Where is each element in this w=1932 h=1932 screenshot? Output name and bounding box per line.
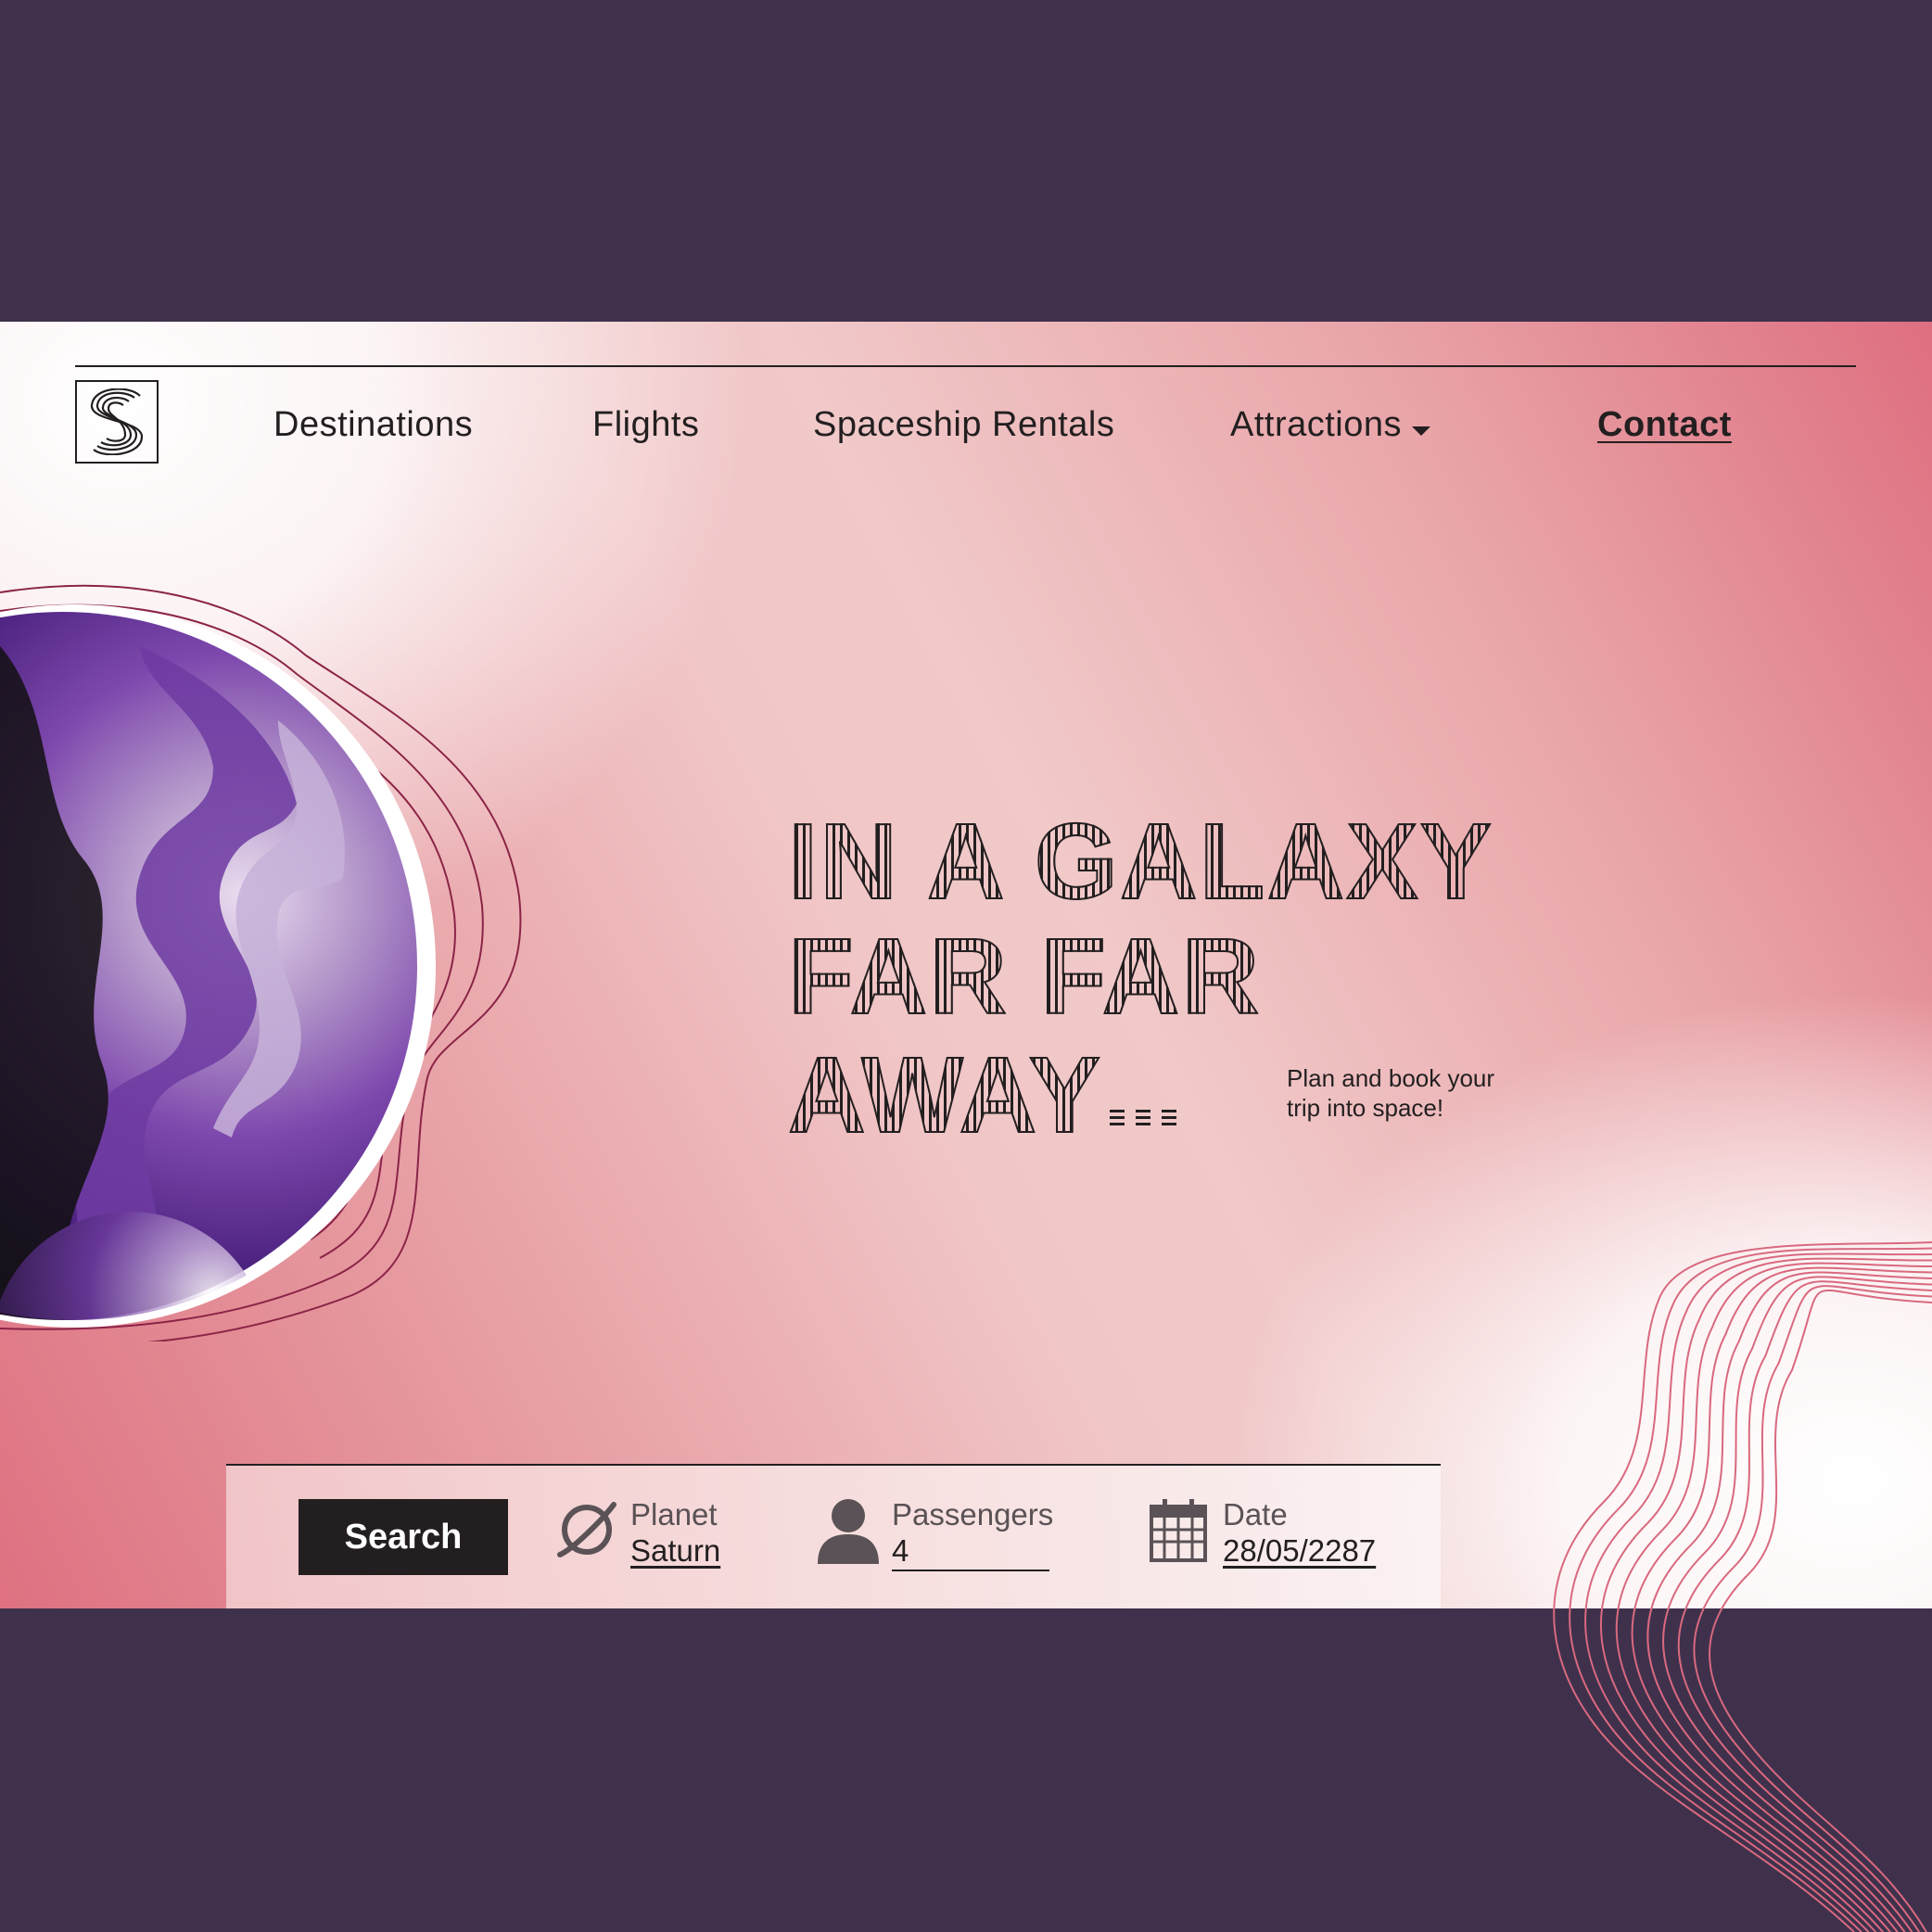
- nav-item-spaceship-rentals[interactable]: Spaceship Rentals: [813, 405, 1114, 445]
- headline-line-3-text: AWAY: [787, 1035, 1102, 1155]
- hero-tagline: Plan and book your trip into space!: [1287, 1064, 1495, 1122]
- ellipsis-dots-decoration: [1108, 1034, 1180, 1152]
- header-divider: [75, 365, 1856, 367]
- search-bar: Search Planet Saturn Passengers 4 Date 2…: [226, 1464, 1441, 1608]
- calendar-icon: [1150, 1497, 1207, 1566]
- nav-item-attractions[interactable]: Attractions: [1230, 405, 1431, 446]
- nav-item-contact[interactable]: Contact: [1597, 405, 1732, 445]
- page: Destinations Flights Spaceship Rentals A…: [0, 0, 1932, 1932]
- date-label: Date: [1223, 1497, 1288, 1532]
- hero-section: Destinations Flights Spaceship Rentals A…: [0, 322, 1932, 1608]
- caret-down-icon: [1411, 406, 1431, 446]
- nav-item-destinations[interactable]: Destinations: [273, 405, 473, 445]
- nav-item-attractions-label: Attractions: [1230, 405, 1403, 444]
- planet-field[interactable]: Planet Saturn: [630, 1497, 720, 1570]
- person-icon: [816, 1497, 881, 1568]
- nav-item-flights[interactable]: Flights: [592, 405, 699, 445]
- headline-line-2: FAR FAR: [787, 918, 1585, 1035]
- planet-value[interactable]: Saturn: [630, 1532, 720, 1570]
- main-nav: Destinations Flights Spaceship Rentals A…: [0, 405, 1932, 451]
- passengers-label: Passengers: [892, 1497, 1054, 1532]
- planet-ring-icon: [554, 1497, 619, 1566]
- headline-line-1: IN A GALAXY: [787, 803, 1585, 920]
- planet-label: Planet: [630, 1497, 718, 1532]
- passengers-field: Passengers: [892, 1497, 1053, 1571]
- date-value[interactable]: 28/05/2287: [1223, 1532, 1376, 1570]
- search-bar-divider: [226, 1464, 1441, 1466]
- date-field[interactable]: Date 28/05/2287: [1223, 1497, 1376, 1570]
- search-button[interactable]: Search: [299, 1499, 508, 1575]
- passengers-input[interactable]: [892, 1532, 1049, 1571]
